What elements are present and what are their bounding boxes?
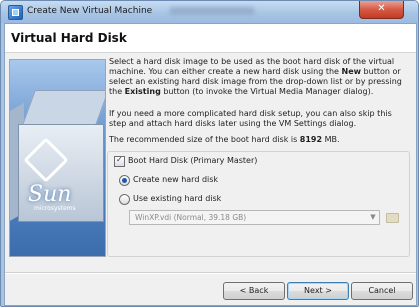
virtualbox-app-icon [8, 5, 23, 20]
boot-hd-groupbox [107, 151, 410, 257]
window-title: Create New Virtual Machine [27, 6, 153, 16]
folder-icon [386, 213, 399, 223]
title-bar[interactable]: Create New Virtual Machine ✕ [1, 1, 418, 23]
create-new-radio[interactable] [119, 175, 130, 186]
use-existing-label[interactable]: Use existing hard disk [133, 194, 221, 203]
description-paragraph-1: Select a hard disk image to be used as t… [109, 57, 402, 96]
wizard-header: Virtual Hard Disk [5, 24, 416, 53]
brand-subtext: microsystems [34, 205, 76, 212]
brand-text: Sun [28, 182, 72, 207]
chevron-down-icon: ▼ [370, 213, 376, 221]
cancel-button[interactable]: Cancel [351, 282, 413, 300]
next-button[interactable]: Next > [287, 282, 349, 300]
button-separator [5, 272, 416, 274]
dialog-client: Virtual Hard Disk Sun microsystems Selec… [4, 23, 417, 306]
use-existing-radio[interactable] [119, 194, 130, 205]
open-media-manager-button[interactable] [383, 209, 401, 226]
back-button[interactable]: < Back [223, 282, 285, 300]
page-title: Virtual Hard Disk [11, 31, 127, 45]
existing-disk-select[interactable]: WinXP.vdi (Normal, 39.18 GB) ▼ [129, 210, 380, 225]
title-redacted-area [169, 7, 255, 15]
boot-hd-label[interactable]: Boot Hard Disk (Primary Master) [128, 156, 257, 165]
recommended-size-text: The recommended size of the boot hard di… [109, 135, 340, 144]
dialog-window: Create New Virtual Machine ✕ Virtual Har… [0, 0, 419, 307]
boot-hd-checkbox[interactable] [114, 155, 125, 167]
create-new-label[interactable]: Create new hard disk [133, 175, 218, 184]
wizard-side-image: Sun microsystems [9, 59, 106, 257]
close-button[interactable]: ✕ [359, 1, 404, 19]
existing-disk-value: WinXP.vdi (Normal, 39.18 GB) [135, 213, 247, 222]
description-paragraph-2: If you need a more complicated hard disk… [109, 109, 392, 128]
